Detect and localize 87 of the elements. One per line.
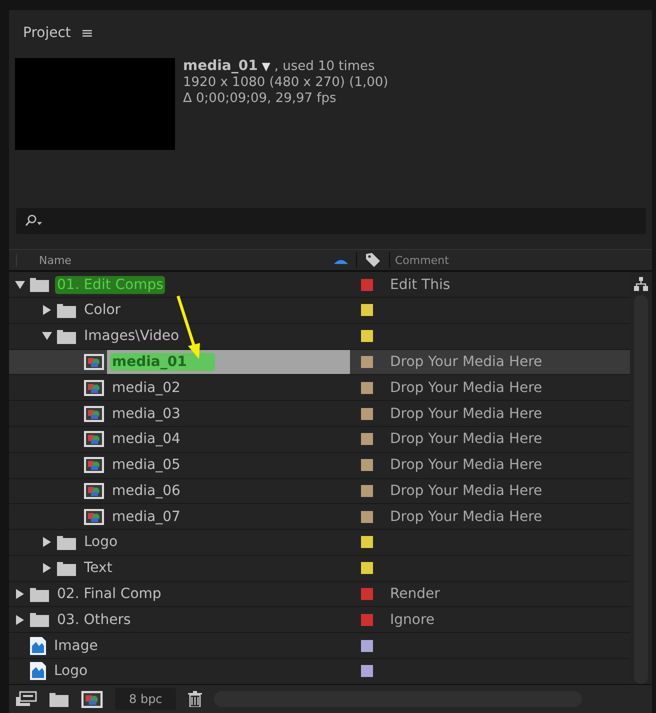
composition-icon (84, 431, 104, 448)
name-column-header[interactable]: Name (39, 254, 72, 267)
color-label[interactable] (361, 588, 373, 600)
folder-icon (30, 586, 49, 602)
tree-row[interactable]: media_05 Drop Your Media Here (9, 452, 630, 478)
item-name[interactable]: Logo (82, 533, 120, 552)
folder-icon (57, 328, 76, 344)
folder-icon (30, 277, 49, 292)
composition-icon (84, 380, 104, 396)
color-label[interactable] (361, 640, 373, 652)
color-label[interactable] (361, 484, 373, 497)
panel-title: Project (23, 24, 71, 41)
item-name[interactable]: Text (82, 559, 114, 578)
item-name: media_01 (183, 58, 258, 74)
color-label[interactable] (361, 382, 373, 394)
color-label[interactable] (361, 433, 373, 446)
item-name[interactable]: media_02 (110, 378, 182, 397)
composition-icon[interactable] (81, 690, 103, 708)
tree-row[interactable]: media_01 Drop Your Media Here (9, 350, 630, 376)
color-label[interactable] (361, 459, 373, 472)
color-label[interactable] (361, 536, 373, 548)
item-name[interactable]: Images\Video (82, 327, 182, 346)
comment-column-header[interactable]: Comment (390, 254, 449, 267)
comment-text: Drop Your Media Here (389, 380, 542, 396)
composition-icon (84, 457, 104, 474)
folder-icon[interactable] (49, 692, 69, 707)
folder-icon (30, 612, 49, 628)
disclosure-triangle[interactable] (15, 280, 25, 290)
color-label[interactable] (361, 510, 373, 523)
tree-row[interactable]: 02. Final Comp Render (9, 582, 630, 608)
flowchart-icon[interactable] (634, 277, 648, 292)
item-name[interactable]: Color (82, 301, 123, 320)
scrollbar[interactable] (634, 295, 648, 684)
interpret-footage-icon[interactable] (15, 691, 37, 708)
folder-icon (57, 302, 76, 318)
disclosure-triangle[interactable] (42, 563, 52, 574)
color-label[interactable] (361, 614, 373, 626)
dropdown-arrow[interactable]: ▼ (262, 58, 270, 75)
item-name[interactable]: media_05 (110, 456, 182, 474)
image-icon (30, 636, 46, 655)
tree-row[interactable]: Images\Video (9, 324, 630, 350)
item-name[interactable]: media_06 (110, 482, 182, 500)
color-label[interactable] (361, 562, 373, 574)
comment-text: Ignore (389, 612, 435, 628)
search-field[interactable] (16, 208, 646, 234)
composition-icon (84, 354, 104, 370)
disclosure-triangle[interactable] (42, 537, 52, 548)
comment-text: Drop Your Media Here (389, 482, 542, 499)
disclosure-triangle[interactable] (15, 614, 25, 625)
color-label[interactable] (361, 356, 373, 368)
bit-depth-button[interactable]: 8 bpc (115, 688, 176, 710)
menu-icon[interactable]: ≡ (80, 24, 94, 42)
color-label[interactable] (361, 304, 373, 316)
comment-text: Drop Your Media Here (389, 457, 542, 474)
comment-text: Render (389, 586, 440, 602)
image-icon (30, 662, 46, 680)
usage-text: , used 10 times (274, 58, 375, 75)
comment-text: Drop Your Media Here (389, 354, 542, 370)
comment-text: Drop Your Media Here (389, 431, 542, 448)
folder-icon (57, 534, 76, 550)
disclosure-triangle[interactable] (42, 305, 52, 316)
item-name[interactable]: media_03 (110, 404, 182, 422)
item-name[interactable]: 02. Final Comp (55, 585, 164, 604)
comment-text: Edit This (389, 276, 450, 293)
color-label[interactable] (361, 330, 373, 342)
item-name[interactable]: Logo (52, 662, 90, 680)
composition-icon (84, 482, 104, 499)
item-name[interactable]: media_04 (110, 430, 182, 448)
search-icon (24, 214, 44, 228)
tag-icon[interactable] (365, 252, 381, 268)
composition-icon (84, 406, 104, 422)
trash-icon[interactable] (188, 691, 202, 708)
color-label[interactable] (361, 408, 373, 420)
folder-icon (57, 560, 76, 576)
comment-text: Drop Your Media Here (389, 406, 542, 422)
color-label[interactable] (361, 278, 373, 291)
comment-text: Drop Your Media Here (389, 508, 542, 525)
duration-text: Δ 0;00;09;09, 29,97 fps (183, 90, 338, 107)
item-name[interactable]: 03. Others (55, 610, 133, 629)
item-name[interactable]: media_07 (110, 508, 182, 526)
disclosure-triangle[interactable] (42, 331, 52, 342)
composition-icon (84, 508, 104, 525)
disclosure-triangle[interactable] (15, 589, 25, 600)
dimensions-text: 1920 x 1080 (480 x 270) (1,00) (183, 74, 388, 91)
item-name[interactable]: Image (52, 636, 100, 655)
tree-row[interactable]: media_06 Drop Your Media Here (9, 478, 630, 504)
color-label[interactable] (361, 665, 373, 678)
